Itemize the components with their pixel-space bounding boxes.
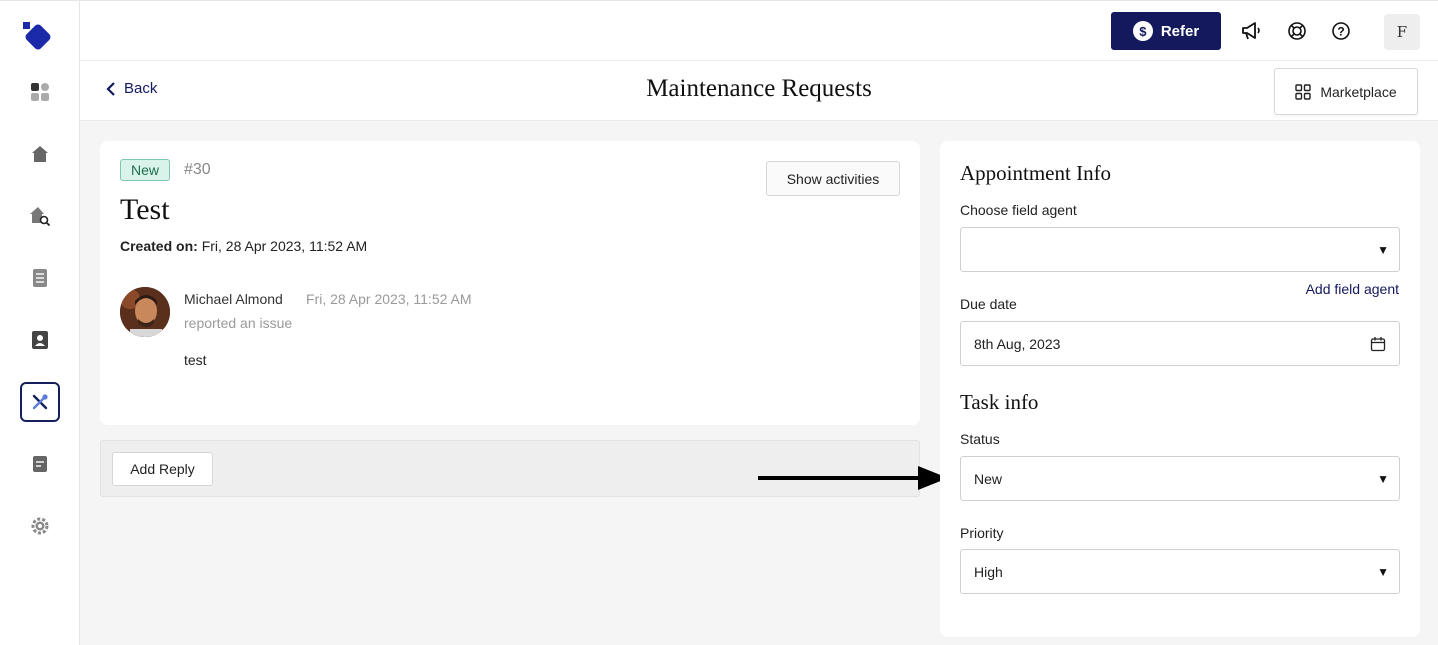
- megaphone-icon: [1242, 22, 1260, 40]
- calendar-icon[interactable]: [1370, 336, 1386, 352]
- caret-down-icon: ▼: [1377, 472, 1389, 486]
- announcements-button[interactable]: [1239, 19, 1263, 43]
- page-title: Maintenance Requests: [646, 75, 872, 102]
- dollar-icon: $: [1132, 21, 1153, 41]
- details-panel: Appointment Info Choose field agent ▼ Ad…: [940, 141, 1420, 637]
- sidebar: [0, 0, 80, 645]
- nav-home[interactable]: [20, 134, 60, 174]
- created-value: Fri, 28 Apr 2023, 11:52 AM: [201, 238, 368, 254]
- status-select[interactable]: New ▼: [960, 456, 1400, 501]
- activity-action: reported an issue: [184, 315, 293, 331]
- created-on: Created on: Fri, 28 Apr 2023, 11:52 AM: [120, 238, 367, 254]
- request-card: New #30 Show activities Test Created on:…: [100, 141, 920, 425]
- nav-reports[interactable]: [20, 444, 60, 484]
- lifebuoy-icon: [1288, 22, 1306, 40]
- gear-icon: [31, 517, 49, 535]
- grid-icon: [1295, 83, 1312, 100]
- request-number: #30: [184, 161, 211, 178]
- home-icon: [32, 146, 48, 162]
- report-icon: [33, 456, 47, 472]
- nav-documents[interactable]: [20, 258, 60, 298]
- appointment-info-title: Appointment Info: [960, 161, 1112, 185]
- caret-down-icon: ▼: [1377, 243, 1389, 257]
- add-reply-button[interactable]: Add Reply: [112, 452, 213, 486]
- nav-dashboard[interactable]: [20, 72, 60, 112]
- page-header: Back Maintenance Requests Marketplace: [80, 61, 1438, 121]
- status-value: New: [974, 470, 1003, 487]
- field-agent-select[interactable]: ▼: [960, 227, 1400, 272]
- activity-message: test: [184, 352, 207, 368]
- nav-maintenance[interactable]: [20, 382, 60, 422]
- document-list-icon: [33, 269, 47, 287]
- marketplace-label: Marketplace: [1320, 83, 1397, 100]
- support-button[interactable]: [1285, 19, 1309, 43]
- task-info-title: Task info: [960, 390, 1039, 414]
- user-avatar-button[interactable]: F: [1384, 14, 1420, 50]
- created-label: Created on:: [120, 238, 198, 254]
- field-agent-label: Choose field agent: [960, 202, 1077, 218]
- due-date-input[interactable]: 8th Aug, 2023: [960, 321, 1400, 366]
- home-search-icon: [30, 207, 51, 227]
- show-activities-button[interactable]: Show activities: [766, 161, 900, 196]
- status-label: Status: [960, 431, 1000, 447]
- request-title: Test: [120, 193, 170, 226]
- top-bar: $ Refer ? F: [80, 0, 1438, 61]
- nav-contacts[interactable]: [20, 320, 60, 360]
- logo-icon[interactable]: [22, 21, 54, 53]
- help-icon: ?: [1332, 22, 1350, 40]
- add-field-agent-link[interactable]: Add field agent: [1306, 281, 1399, 297]
- nav-settings[interactable]: [20, 506, 60, 546]
- priority-value: High: [974, 563, 1003, 580]
- tools-icon: [32, 394, 48, 410]
- nav-property-search[interactable]: [20, 196, 60, 236]
- help-button[interactable]: ?: [1329, 19, 1353, 43]
- due-date-label: Due date: [960, 296, 1017, 312]
- refer-label: Refer: [1160, 22, 1200, 40]
- user-photo-icon: [120, 287, 170, 337]
- marketplace-button[interactable]: Marketplace: [1274, 68, 1418, 115]
- refer-button[interactable]: $ Refer: [1111, 12, 1221, 50]
- contacts-icon: [32, 331, 48, 349]
- status-badge: New: [120, 159, 171, 181]
- due-date-value: 8th Aug, 2023: [974, 335, 1061, 352]
- priority-select[interactable]: High ▼: [960, 549, 1400, 594]
- activity-user-name[interactable]: Michael Almond: [184, 291, 283, 307]
- avatar: [120, 287, 170, 337]
- activity-timestamp: Fri, 28 Apr 2023, 11:52 AM: [306, 291, 472, 307]
- svg-text:?: ?: [1337, 25, 1344, 39]
- arrow-annotation-icon: [758, 466, 948, 490]
- dashboard-icon: [31, 83, 49, 101]
- caret-down-icon: ▼: [1377, 565, 1389, 579]
- priority-label: Priority: [960, 525, 1004, 541]
